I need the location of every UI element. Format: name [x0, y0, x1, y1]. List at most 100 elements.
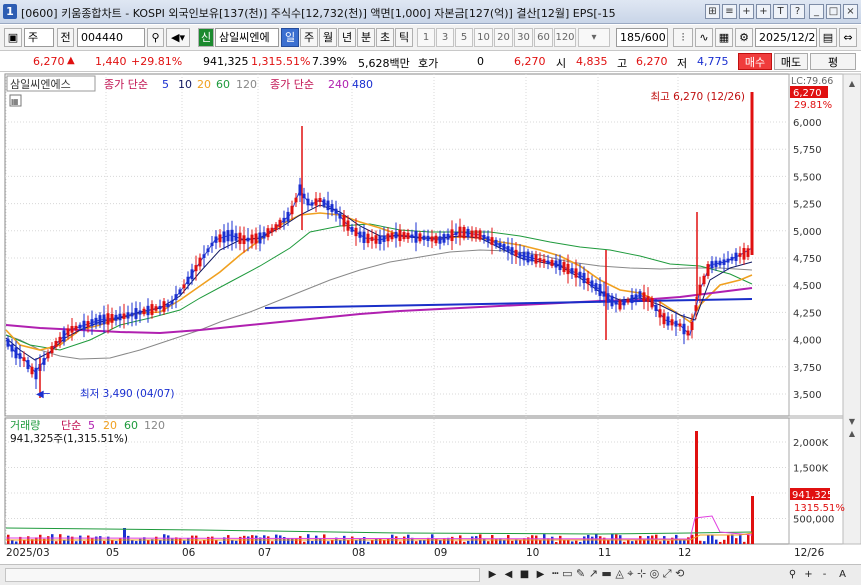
legend-ma20: 20	[197, 78, 211, 91]
period-minute-tab[interactable]: 분	[357, 28, 375, 47]
candle-body	[382, 235, 386, 242]
sell-button[interactable]: 매도	[774, 53, 808, 70]
chart-svg[interactable]: ▲ ▼ ▲ 6,000 5,750 5,500 5,250 5,000 4,750 4,50…	[0, 73, 861, 565]
volume-bar	[187, 537, 190, 544]
candle-body	[50, 345, 54, 354]
date-field[interactable]: 2025/12/26	[755, 28, 817, 47]
interval-3[interactable]: 3	[436, 28, 454, 47]
auto-scale-button[interactable]: A	[836, 568, 849, 582]
candle-body	[706, 264, 710, 276]
volume-bar	[59, 534, 62, 544]
date-tick-label: 06	[182, 547, 196, 559]
volume-bar	[235, 540, 238, 544]
candle-body	[662, 313, 666, 325]
volume-bar	[735, 538, 738, 544]
current-pct-tag: 29.81%	[794, 100, 832, 111]
calendar-icon[interactable]: ▤	[819, 28, 837, 47]
interval-30[interactable]: 30	[514, 28, 533, 47]
hoga-label: 호가	[418, 57, 439, 70]
speaker-icon[interactable]: ◀▾	[166, 28, 190, 47]
volume-bar	[623, 541, 626, 544]
chart-type-icon[interactable]: ⫶	[673, 28, 693, 47]
candle-body	[678, 323, 682, 327]
candle-body	[122, 313, 126, 319]
interval-120[interactable]: 120	[554, 28, 576, 47]
candle-body	[154, 306, 158, 311]
bar-count-field[interactable]: 185/600	[616, 28, 668, 47]
period-select[interactable]: 주	[24, 28, 54, 47]
legend-ma60: 60	[216, 78, 230, 91]
scroll-right-icon[interactable]: ▶	[486, 568, 499, 582]
scroll-up-icon[interactable]: ▲	[849, 79, 856, 88]
interval-5[interactable]: 5	[455, 28, 473, 47]
period-week-tab[interactable]: 주	[300, 28, 318, 47]
candle-body	[330, 204, 334, 212]
search-icon[interactable]: ⚲	[147, 28, 164, 47]
price-change-pct: +29.81%	[131, 55, 183, 68]
close-button[interactable]: ×	[843, 4, 858, 19]
period-year-tab[interactable]: 년	[338, 28, 356, 47]
compare-icon[interactable]: ∿	[695, 28, 713, 47]
zoom-icon[interactable]: ⚲	[786, 568, 799, 582]
candle-body	[566, 263, 570, 275]
date-tick-label: 08	[352, 547, 365, 559]
buy-button[interactable]: 매수	[738, 53, 772, 70]
candle-body	[190, 269, 194, 280]
candle-body	[302, 193, 306, 199]
stock-code-input[interactable]: 004440	[77, 28, 145, 47]
maximize-button[interactable]: □	[826, 4, 841, 19]
horizontal-scrollbar[interactable]	[5, 568, 480, 582]
zoom-out-button[interactable]: -	[818, 568, 831, 582]
candle-body	[666, 316, 670, 326]
up-arrow-icon: ▲	[67, 55, 75, 66]
legend-ma2-label: 종가 단순	[270, 78, 314, 91]
period-tick-tab[interactable]: 틱	[395, 28, 413, 47]
legend-ma5: 5	[162, 78, 169, 91]
candle-body	[266, 228, 270, 238]
candle-body	[314, 198, 318, 206]
grid-toggle-glyph: ▦	[11, 97, 19, 106]
zoom-in-button[interactable]: +	[802, 568, 815, 582]
candle-body	[234, 233, 238, 241]
plus-alt-icon[interactable]: +	[756, 4, 771, 19]
plus-icon[interactable]: +	[739, 4, 754, 19]
interval-1[interactable]: 1	[417, 28, 435, 47]
candle-body	[66, 328, 70, 336]
shin-badge: 신	[198, 28, 214, 47]
period-month-tab[interactable]: 월	[319, 28, 337, 47]
menu-icon[interactable]: ≡	[722, 4, 737, 19]
play-icon[interactable]: ▶	[534, 568, 547, 582]
legend-ma240: 240	[328, 78, 349, 91]
vertical-scrollbar[interactable]	[842, 73, 861, 545]
prev-button[interactable]: 전	[57, 28, 74, 47]
interval-dropdown[interactable]: ▾	[578, 28, 610, 47]
candle-body	[486, 236, 490, 242]
minimize-button[interactable]: _	[809, 4, 824, 19]
candle-body	[594, 283, 598, 291]
interval-10[interactable]: 10	[474, 28, 493, 47]
text-icon[interactable]: T	[773, 4, 788, 19]
period-second-tab[interactable]: 초	[376, 28, 394, 47]
candle-body	[62, 330, 66, 342]
high-annotation: 최고 6,270 (12/26)	[650, 91, 745, 103]
stop-icon[interactable]: ■	[518, 568, 531, 582]
interval-20[interactable]: 20	[494, 28, 513, 47]
volume-bar	[563, 540, 566, 544]
drawing-tools[interactable]: ┅ ▭ ✎ ↗ ▬ ◬ ⌖ ⊹ ◎ ⤢ ⟲	[552, 567, 782, 583]
volume-bar	[419, 540, 422, 544]
scroll-up2-icon[interactable]: ▲	[849, 429, 856, 438]
avg-button[interactable]: 평	[810, 53, 856, 70]
layout-icon[interactable]: ⊞	[705, 4, 720, 19]
settings-icon[interactable]: ⚙	[735, 28, 753, 47]
chart-icon[interactable]: ▣	[4, 28, 22, 47]
volume-bar	[347, 540, 350, 544]
scroll-left-icon[interactable]: ◀	[502, 568, 515, 582]
grid-icon[interactable]: ▦	[715, 28, 733, 47]
help-icon[interactable]: ?	[790, 4, 805, 19]
fit-icon[interactable]: ⇔	[839, 28, 857, 47]
interval-60[interactable]: 60	[534, 28, 553, 47]
volume-bar	[423, 540, 426, 544]
candle-body	[226, 230, 230, 242]
scroll-down-icon[interactable]: ▼	[849, 417, 856, 426]
period-day-tab[interactable]: 일	[281, 28, 299, 47]
